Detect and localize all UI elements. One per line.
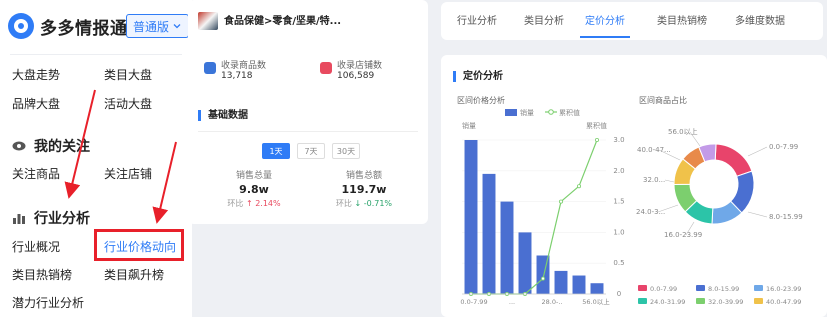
donut-outer-label: 24.0-3... bbox=[636, 208, 665, 216]
y2-tick-label: 1.5 bbox=[613, 198, 624, 206]
y2-tick-label: 3.0 bbox=[613, 136, 624, 144]
y2-tick-label: 0.5 bbox=[613, 259, 624, 267]
donut-outer-label: 32.0... bbox=[643, 176, 665, 184]
bar bbox=[518, 232, 532, 294]
legend-label: 16.0-23.99 bbox=[766, 285, 801, 293]
legend-label: 24.0-31.99 bbox=[650, 298, 685, 306]
bar bbox=[590, 283, 604, 294]
x-tick-label: 0.0-7.99 bbox=[460, 298, 487, 306]
legend-label: 累积值 bbox=[559, 108, 580, 117]
bar bbox=[572, 275, 586, 294]
legend-label: 销量 bbox=[520, 108, 534, 117]
legend-swatch bbox=[548, 109, 554, 115]
bar bbox=[500, 201, 514, 294]
cumulative-point bbox=[595, 137, 600, 142]
legend-swatch bbox=[754, 298, 763, 304]
legend-swatch bbox=[696, 298, 705, 304]
legend-label: 0.0-7.99 bbox=[650, 285, 677, 293]
y2-axis-label: 累积值 bbox=[586, 121, 607, 130]
legend-swatch bbox=[638, 285, 647, 291]
legend-swatch bbox=[505, 109, 517, 116]
donut-outer-label: 8.0-15.99 bbox=[769, 213, 803, 221]
bar bbox=[464, 140, 478, 294]
donut-outer-label: 40.0-47... bbox=[637, 146, 671, 154]
donut-slice bbox=[714, 143, 753, 177]
cumulative-point bbox=[577, 184, 582, 189]
donut-outer-label: 56.0以上 bbox=[668, 127, 698, 136]
x-tick-label: ... bbox=[509, 298, 515, 306]
y2-tick-label: 0 bbox=[617, 290, 621, 298]
leader-line bbox=[664, 179, 675, 183]
legend-swatch bbox=[638, 298, 647, 304]
donut-outer-label: 16.0-23.99 bbox=[664, 231, 702, 239]
leader-line bbox=[747, 146, 768, 157]
legend-swatch bbox=[696, 285, 705, 291]
legend-label: 40.0-47.99 bbox=[766, 298, 801, 306]
x-tick-label: 56.0以上 bbox=[582, 297, 610, 306]
donut-outer-label: 0.0-7.99 bbox=[769, 143, 798, 151]
legend-label: 32.0-39.99 bbox=[708, 298, 743, 306]
y-axis-label: 销量 bbox=[462, 121, 476, 130]
charts-canvas: 销量 累积值销量 累积值3.02.01.51.00.500.0-7.99... 28.… bbox=[460, 108, 803, 306]
cumulative-point bbox=[559, 199, 564, 204]
leader-line bbox=[747, 211, 768, 218]
bar bbox=[554, 270, 568, 294]
y2-tick-label: 2.0 bbox=[613, 167, 624, 175]
cumulative-point bbox=[541, 276, 546, 281]
legend-label: 8.0-15.99 bbox=[708, 285, 739, 293]
y2-tick-label: 1.0 bbox=[613, 228, 624, 236]
x-tick-label: 28.0-.. bbox=[542, 298, 563, 306]
legend-swatch bbox=[754, 285, 763, 291]
bar bbox=[482, 173, 496, 294]
